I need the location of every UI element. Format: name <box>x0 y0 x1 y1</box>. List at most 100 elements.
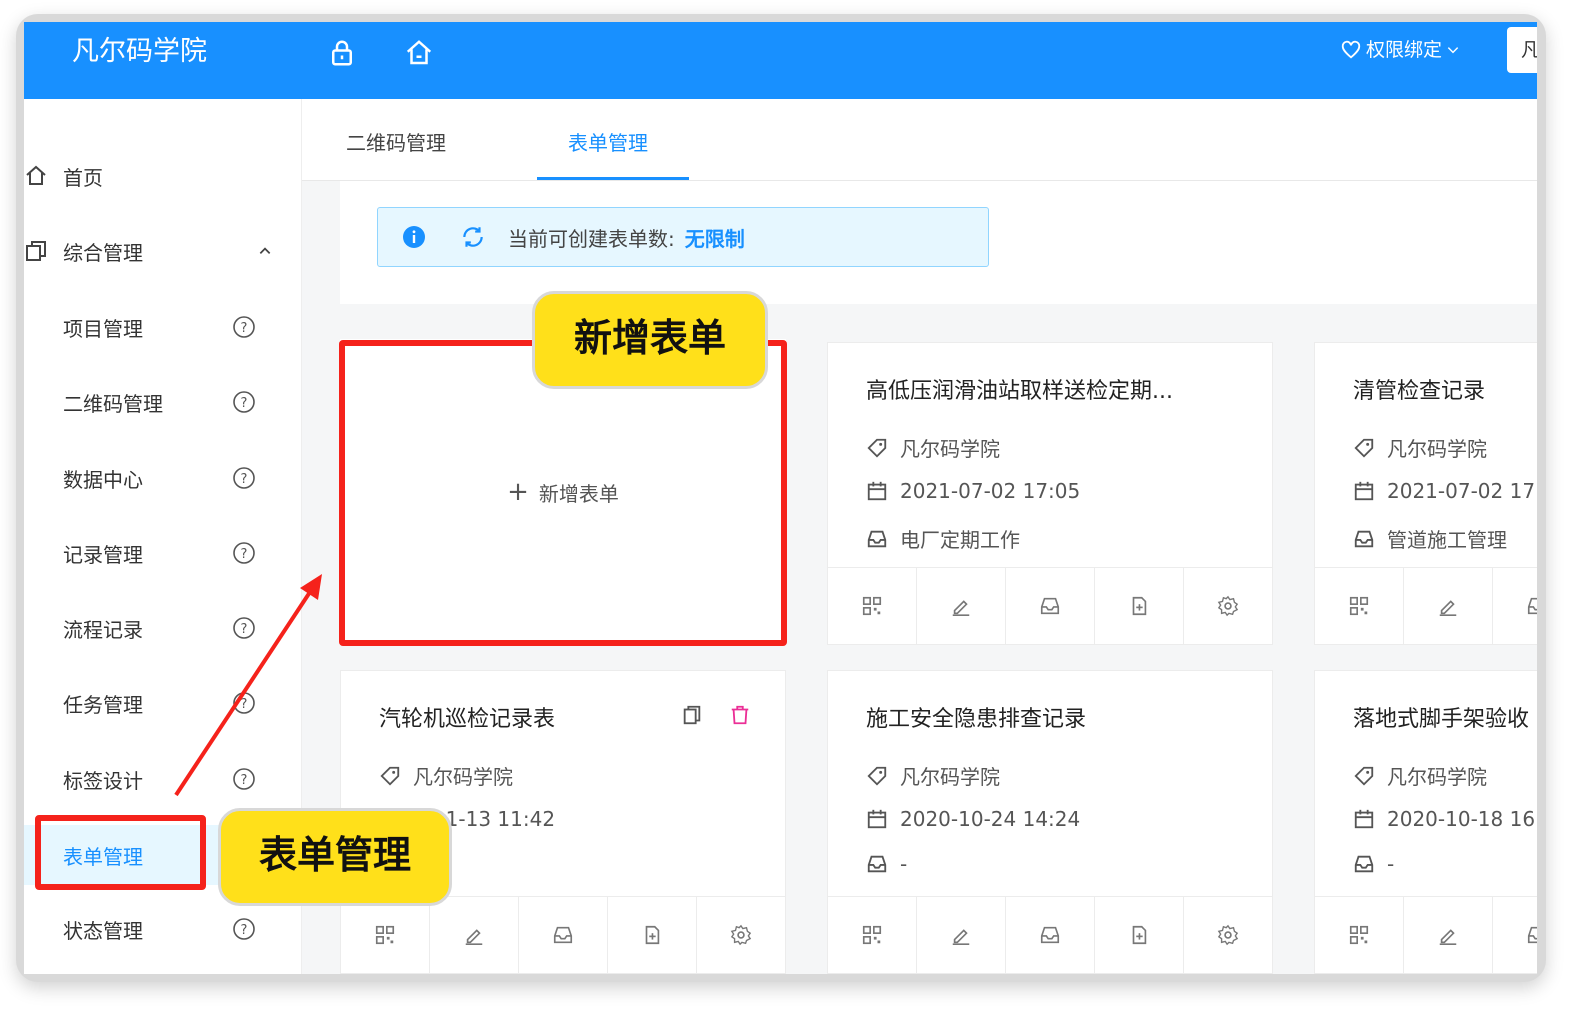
gear-icon <box>1217 924 1239 946</box>
inbox-icon <box>1354 855 1374 873</box>
question-circle-icon[interactable]: ? <box>232 917 256 941</box>
form-card-category-text: - <box>1387 852 1395 876</box>
form-card-date: 2021-07-02 17:0 <box>1353 479 1537 503</box>
sidebar-item-label: 流程记录 <box>63 617 143 642</box>
sidebar-item-status[interactable]: 状态管理 ? <box>24 905 301 953</box>
question-circle-icon[interactable]: ? <box>232 541 256 565</box>
edit-button[interactable] <box>430 897 519 973</box>
inbox-icon <box>553 926 573 944</box>
user-menu[interactable]: 凡 <box>1507 27 1537 73</box>
form-card-category: - <box>1353 852 1394 876</box>
form-card-title: 清管检查记录 <box>1353 379 1486 404</box>
archive-button[interactable] <box>1493 897 1537 973</box>
qrcode-button[interactable] <box>1315 897 1404 973</box>
tabs-bar: 二维码管理 表单管理 <box>302 99 1537 181</box>
qrcode-button[interactable] <box>341 897 430 973</box>
sidebar-item-projects[interactable]: 项目管理 ? <box>24 303 301 351</box>
form-card-title: 汽轮机巡检记录表 <box>379 707 556 732</box>
form-card-date: 2020-10-18 16: <box>1353 807 1537 831</box>
sidebar-item-label: 二维码管理 <box>63 391 163 416</box>
form-card-date: 2020-10-24 14:24 <box>866 807 1080 831</box>
sidebar-item-data-center[interactable]: 数据中心 ? <box>24 454 301 502</box>
refresh-icon[interactable] <box>460 224 486 250</box>
sidebar-item-qrcodes[interactable]: 二维码管理 ? <box>24 378 301 426</box>
qrcode-button[interactable] <box>828 568 917 644</box>
tab-qrcode[interactable]: 二维码管理 <box>346 127 446 156</box>
sidebar-item-label: 状态管理 <box>63 918 143 943</box>
question-circle-icon[interactable]: ? <box>232 466 256 490</box>
home-icon <box>26 165 46 185</box>
gear-icon <box>1217 595 1239 617</box>
archive-button[interactable] <box>1493 568 1537 644</box>
form-card-date-text: 2021-07-02 17:05 <box>900 479 1081 503</box>
form-card-actions <box>1315 896 1537 973</box>
form-card[interactable]: 落地式脚手架验收 凡尔码学院 2020-10-18 16: - <box>1314 670 1537 974</box>
delete-icon[interactable] <box>729 704 751 726</box>
form-card[interactable]: 清管检查记录 凡尔码学院 2021-07-02 17:0 管道施工管理 <box>1314 342 1537 645</box>
archive-button[interactable] <box>519 897 608 973</box>
archive-button[interactable] <box>1006 897 1095 973</box>
edit-button[interactable] <box>917 897 1006 973</box>
edit-button[interactable] <box>1404 568 1493 644</box>
edit-icon <box>952 600 970 616</box>
chevron-up-icon[interactable] <box>258 244 272 258</box>
gear-icon <box>730 924 752 946</box>
alert-panel: 当前可创建表单数: 无限制 <box>340 181 1537 304</box>
tab-forms[interactable]: 表单管理 <box>568 127 648 156</box>
permission-label: 权限绑定 <box>1366 39 1443 61</box>
calendar-icon <box>867 809 887 829</box>
callout-form-management: 表单管理 <box>218 808 452 906</box>
qrcode-button[interactable] <box>1315 568 1404 644</box>
question-circle-icon[interactable]: ? <box>232 315 256 339</box>
sidebar-item-home[interactable]: 首页 <box>24 152 301 200</box>
svg-text:?: ? <box>241 923 248 938</box>
form-card[interactable]: 高低压润滑油站取样送检定期... 凡尔码学院 2021-07-02 17:05 … <box>827 342 1273 645</box>
settings-button[interactable] <box>1184 897 1272 973</box>
callout-add-form: 新增表单 <box>532 291 768 389</box>
form-card-date-text: 2020-10-24 14:24 <box>900 807 1081 831</box>
form-card-actions <box>828 896 1272 973</box>
form-card-org: 凡尔码学院 <box>1353 433 1487 462</box>
sidebar-group-general[interactable]: 综合管理 <box>24 227 301 275</box>
edit-button[interactable] <box>1404 897 1493 973</box>
svg-text:?: ? <box>241 547 248 562</box>
sidebar-group-label: 综合管理 <box>63 240 143 265</box>
qrcode-button[interactable] <box>828 897 917 973</box>
form-card-org: 凡尔码学院 <box>379 761 513 790</box>
home-icon[interactable] <box>404 38 434 68</box>
heart-icon <box>1341 40 1361 59</box>
chevron-down-icon <box>1447 47 1459 54</box>
export-button[interactable] <box>1095 568 1184 644</box>
form-card-title: 落地式脚手架验收 <box>1353 707 1530 732</box>
qrcode-icon <box>862 596 882 616</box>
quota-label: 当前可创建表单数: <box>508 226 675 251</box>
settings-button[interactable] <box>1184 568 1272 644</box>
calendar-icon <box>1354 481 1374 501</box>
export-button[interactable] <box>608 897 697 973</box>
qrcode-icon <box>1349 596 1369 616</box>
inbox-icon <box>1354 530 1374 547</box>
edit-button[interactable] <box>917 568 1006 644</box>
copy-icon <box>26 241 46 261</box>
calendar-icon <box>867 481 887 501</box>
file-add-icon <box>645 925 660 945</box>
lock-icon[interactable] <box>327 38 357 68</box>
form-card[interactable]: 施工安全隐患排查记录 凡尔码学院 2020-10-24 14:24 - <box>827 670 1273 974</box>
form-card-category: - <box>866 852 907 876</box>
archive-button[interactable] <box>1006 568 1095 644</box>
settings-button[interactable] <box>697 897 785 973</box>
question-circle-icon[interactable]: ? <box>232 390 256 414</box>
form-card-org-text: 凡尔码学院 <box>413 765 513 789</box>
form-card-org-text: 凡尔码学院 <box>900 765 1000 789</box>
copy-icon[interactable] <box>681 704 703 726</box>
qrcode-icon <box>375 925 395 945</box>
inbox-icon <box>867 855 887 873</box>
export-button[interactable] <box>1095 897 1184 973</box>
form-card-category: 管道施工管理 <box>1353 524 1507 553</box>
top-bar: 凡尔码学院 权限绑定 凡 <box>24 22 1537 99</box>
file-add-icon <box>1132 596 1147 616</box>
permission-menu[interactable]: 权限绑定 <box>1340 36 1460 64</box>
tag-icon <box>1354 438 1374 458</box>
quota-value: 无限制 <box>684 226 745 251</box>
calendar-icon <box>1354 809 1374 829</box>
